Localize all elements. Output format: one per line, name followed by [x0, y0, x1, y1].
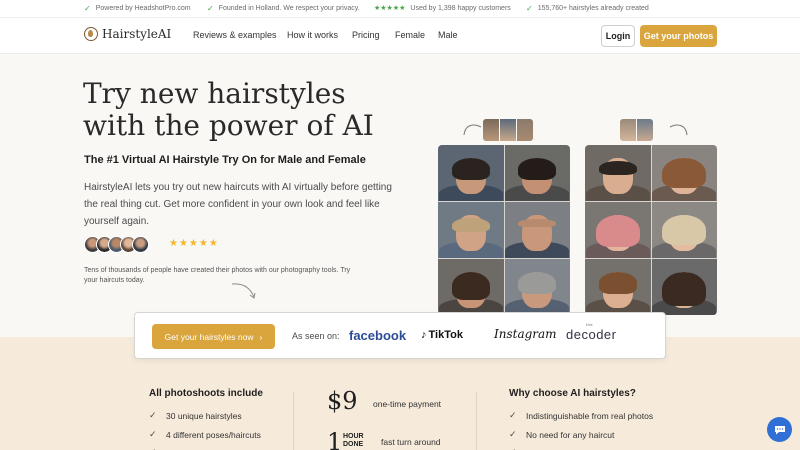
topbar-item-hairstyles: ✓ 155,760+ hairstyles already created — [526, 4, 649, 13]
hero-title-line2: with the power of AI — [83, 109, 374, 142]
decoder-logo: the decoder — [566, 322, 617, 342]
hero-subtitle: The #1 Virtual AI Hairstyle Try On for M… — [84, 154, 366, 166]
hairstyle-photo — [438, 145, 504, 201]
hairstyle-photo — [651, 259, 717, 315]
hero-title: Try new hairstyles with the power of AI — [83, 78, 403, 142]
curved-arrow-icon — [231, 283, 256, 299]
chat-button[interactable] — [767, 417, 792, 442]
social-proof-text: Tens of thousands of people have created… — [84, 267, 351, 284]
hairstyle-photo — [585, 202, 651, 258]
rating-stars-icon: ★★★★★ — [374, 5, 406, 12]
as-seen-on-bar: Get your hairstyles now › As seen on: fa… — [134, 312, 666, 359]
turnaround-note: fast turn around — [381, 437, 441, 447]
hairstyle-photo — [651, 145, 717, 201]
female-reference-photos — [620, 119, 653, 141]
login-button[interactable]: Login — [601, 25, 635, 47]
photoshoots-include-title: All photoshoots include — [149, 388, 263, 399]
topbar-item-founded: ✓ Founded in Holland. We respect your pr… — [207, 4, 360, 13]
logo[interactable]: HairstyleAI — [84, 27, 171, 41]
check-icon: ✓ — [509, 429, 517, 439]
check-icon: ✓ — [509, 410, 517, 420]
top-info-bar: ✓ Powered by HeadshotPro.com ✓ Founded i… — [0, 0, 800, 18]
as-seen-on-label: As seen on: — [292, 331, 340, 341]
why-choose-title: Why choose AI hairstyles? — [509, 388, 636, 399]
curved-arrow-icon — [463, 124, 482, 136]
instagram-logo: Instagram — [494, 327, 557, 341]
check-icon: ✓ — [207, 4, 214, 13]
nav-link-male[interactable]: Male — [438, 30, 458, 40]
get-photos-button[interactable]: Get your photos — [640, 25, 717, 47]
chat-bubble-icon — [774, 425, 785, 434]
check-icon: ✓ — [84, 4, 91, 13]
customer-avatars — [84, 236, 149, 253]
rating-stars: ★★★★★ — [169, 238, 219, 249]
female-hairstyle-grid — [585, 145, 717, 315]
main-nav: HairstyleAI Reviews & examples How it wo… — [0, 18, 800, 54]
turnaround-unit: HOUR DONE — [343, 433, 364, 448]
hairstyle-photo — [438, 202, 504, 258]
male-reference-photos — [483, 119, 533, 141]
avatar — [132, 236, 149, 253]
nav-link-reviews[interactable]: Reviews & examples — [193, 30, 277, 40]
nav-link-female[interactable]: Female — [395, 30, 425, 40]
check-icon: ✓ — [526, 4, 533, 13]
divider — [476, 392, 477, 450]
hero-title-line1: Try new hairstyles — [83, 77, 346, 110]
hairstyle-photo — [438, 259, 504, 315]
divider — [293, 392, 294, 450]
price-value: $9 — [327, 387, 358, 415]
feature-item: ✓ 4 different poses/haircuts — [149, 429, 261, 440]
hairstyle-photo — [585, 145, 651, 201]
tiktok-note-icon: ♪ — [421, 329, 427, 341]
topbar-item-customers: ★★★★★ Used by 1,398 happy customers — [374, 4, 511, 13]
hero-description: HairstyleAI lets you try out new haircut… — [84, 182, 392, 227]
male-hairstyle-grid — [438, 145, 570, 315]
tiktok-logo: ♪ TikTok — [421, 329, 463, 341]
hairstyle-photo — [504, 259, 570, 315]
hairstyle-photo — [585, 259, 651, 315]
price-note: one-time payment — [373, 399, 442, 409]
hairstyle-photo — [504, 202, 570, 258]
feature-item: ✓ 30 unique hairstyles — [149, 410, 242, 421]
facebook-logo: facebook — [349, 328, 407, 343]
get-hairstyles-button[interactable]: Get your hairstyles now › — [152, 324, 275, 349]
check-icon: ✓ — [149, 410, 157, 420]
nav-link-pricing[interactable]: Pricing — [352, 30, 380, 40]
turnaround-number: 1 — [327, 428, 343, 450]
feature-item: ✓ Indistinguishable from real photos — [509, 410, 654, 421]
check-icon: ✓ — [149, 429, 157, 439]
hairstyle-photo — [504, 145, 570, 201]
feature-item: ✓ No need for any haircut — [509, 429, 615, 440]
logo-icon — [84, 27, 98, 41]
curved-arrow-icon — [669, 124, 688, 136]
hairstyle-photo — [651, 202, 717, 258]
nav-link-how-it-works[interactable]: How it works — [287, 30, 338, 40]
topbar-item-powered: ✓ Powered by HeadshotPro.com — [84, 4, 191, 13]
chevron-right-icon: › — [259, 331, 263, 342]
